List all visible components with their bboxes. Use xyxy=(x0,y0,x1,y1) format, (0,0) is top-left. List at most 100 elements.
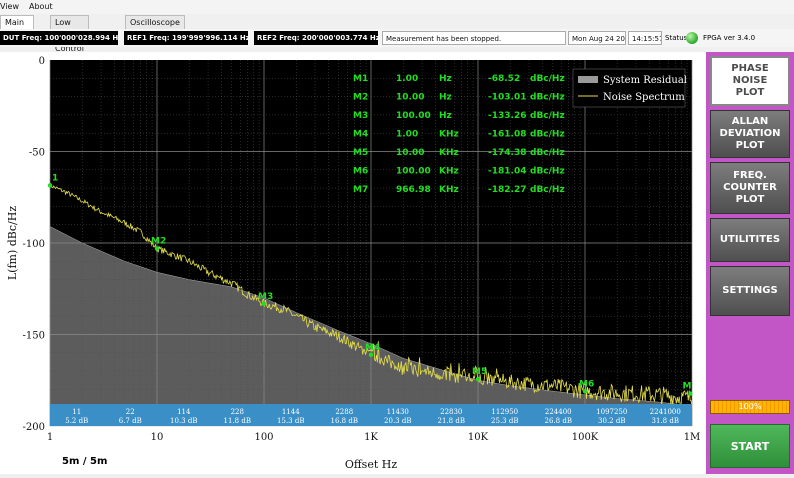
marker-label: 1 xyxy=(52,173,58,183)
marker-table-unit: KHz xyxy=(439,167,459,177)
dut-freq-readout: DUT Freq: 100'000'028.994 Hz xyxy=(0,31,118,45)
y-tick-label: -200 xyxy=(23,422,45,433)
marker-table-freq: 1.00 xyxy=(396,74,418,84)
band-db-label: 10.3 dB xyxy=(170,417,197,425)
y-tick-label: -100 xyxy=(23,239,45,250)
marker-table-value-unit: dBc/Hz xyxy=(530,93,565,103)
y-tick-label: 0 xyxy=(39,56,45,67)
band-count-label: 224400 xyxy=(545,408,572,416)
marker-point[interactable] xyxy=(47,183,53,188)
progress-label: 100% xyxy=(738,402,762,411)
marker-label: M4 xyxy=(365,343,380,353)
band-count-label: 1097250 xyxy=(596,408,627,416)
marker-table-freq: 1.00 xyxy=(396,130,418,140)
legend-spectrum-label: Noise Spectrum xyxy=(603,92,685,103)
marker-table-value: -181.04 xyxy=(488,167,526,177)
y-tick-label: -50 xyxy=(29,148,45,159)
marker-table-value-unit: dBc/Hz xyxy=(530,167,565,177)
marker-table-freq: 10.00 xyxy=(396,148,424,158)
y-axis-label: L(fm) dBc/Hz xyxy=(6,206,19,280)
marker-table-value: -161.08 xyxy=(488,130,526,140)
band-count-label: 11430 xyxy=(387,408,409,416)
tab-low-level-control[interactable]: Low Level Control xyxy=(50,15,89,53)
status-led-icon xyxy=(686,32,698,44)
band-db-label: 20.3 dB xyxy=(384,417,411,425)
marker-point[interactable] xyxy=(368,352,374,357)
marker-point[interactable] xyxy=(582,389,588,394)
settings-button[interactable]: SETTINGS xyxy=(710,266,790,316)
band-count-label: 22 xyxy=(126,408,135,416)
marker-table-value-unit: dBc/Hz xyxy=(530,148,565,158)
marker-table-value: -174.38 xyxy=(488,148,526,158)
marker-point[interactable] xyxy=(475,376,481,382)
side-panel: PHASE NOISE PLOT ALLAN DEVIATION PLOT FR… xyxy=(706,52,794,474)
marker-table-value: -68.52 xyxy=(488,74,520,84)
band-count-label: 114 xyxy=(177,408,191,416)
marker-table-unit: KHz xyxy=(439,185,459,195)
marker-point[interactable] xyxy=(154,246,160,251)
marker-table-value-unit: dBc/Hz xyxy=(530,130,565,140)
measurement-message: Measurement has been stopped. xyxy=(382,31,566,45)
menu-view[interactable]: View xyxy=(0,2,19,11)
marker-label: M xyxy=(682,382,691,392)
marker-point[interactable] xyxy=(261,301,267,307)
phase-noise-plot-button[interactable]: PHASE NOISE PLOT xyxy=(710,56,790,106)
ref2-freq-readout: REF2 Freq: 200'000'003.774 Hz xyxy=(254,31,378,45)
marker-table-unit: KHz xyxy=(439,130,459,140)
status-bar: DUT Freq: 100'000'028.994 Hz REF1 Freq: … xyxy=(0,29,794,47)
legend-residual-swatch xyxy=(578,76,598,83)
allan-deviation-plot-button[interactable]: ALLAN DEVIATION PLOT xyxy=(710,110,790,158)
marker-table-value: -133.26 xyxy=(488,111,526,121)
menu-about[interactable]: About xyxy=(29,2,53,11)
x-tick-label: 1 xyxy=(47,432,53,443)
x-tick-label: 10 xyxy=(151,432,164,443)
marker-label: M6 xyxy=(579,379,594,389)
x-tick-label: 100 xyxy=(254,432,273,443)
ref1-freq-readout: REF1 Freq: 199'999'996.114 Hz xyxy=(124,31,248,45)
fpga-version: FPGA ver 3.4.0 xyxy=(703,34,756,42)
averaging-readout: 5m / 5m xyxy=(62,456,107,467)
marker-point[interactable] xyxy=(688,391,693,396)
band-count-label: 2241000 xyxy=(650,408,681,416)
tab-main-board[interactable]: Main Board xyxy=(0,15,34,40)
status-label: Status xyxy=(665,34,686,42)
band-db-label: 26.8 dB xyxy=(545,417,572,425)
legend-residual-label: System Residual xyxy=(603,75,687,86)
band-db-label: 6.7 dB xyxy=(119,417,142,425)
band-count-label: 11 xyxy=(72,408,81,416)
date-readout: Mon Aug 24 2020 xyxy=(568,31,626,45)
marker-table-freq: 966.98 xyxy=(396,185,431,195)
marker-table-name: M3 xyxy=(353,111,368,121)
band-db-label: 11.8 dB xyxy=(224,417,251,425)
tab-oscilloscope[interactable]: Oscilloscope xyxy=(125,15,185,29)
band-count-label: 2288 xyxy=(335,408,353,416)
marker-table-value-unit: dBc/Hz xyxy=(530,74,565,84)
band-db-label: 16.8 dB xyxy=(331,417,358,425)
x-tick-label: 100K xyxy=(572,432,599,443)
band-db-label: 30.2 dB xyxy=(598,417,625,425)
band-db-label: 25.3 dB xyxy=(491,417,518,425)
marker-table-name: M5 xyxy=(353,148,368,158)
phase-noise-plot-panel: 11 5.2 dB 22 6.7 dB 114 10.3 dB 228 11.8 dB 1144… xyxy=(0,52,706,474)
time-readout: 14:15:57 xyxy=(628,31,662,45)
band-db-label: 31.8 dB xyxy=(652,417,679,425)
marker-table-name: M6 xyxy=(353,167,368,177)
start-button[interactable]: START xyxy=(710,424,790,468)
x-tick-label: 1M xyxy=(684,432,701,443)
marker-table-unit: Hz xyxy=(439,74,452,84)
band-count-label: 1144 xyxy=(282,408,300,416)
marker-table-freq: 100.00 xyxy=(396,111,431,121)
utilities-button[interactable]: UTILITITES xyxy=(710,218,790,262)
band-db-label: 5.2 dB xyxy=(65,417,88,425)
marker-table-value: -103.01 xyxy=(488,93,526,103)
band-count-label: 112950 xyxy=(491,408,518,416)
x-tick-label: 10K xyxy=(468,432,489,443)
progress-bar: 100% xyxy=(710,400,790,414)
x-tick-label: 1K xyxy=(364,432,378,443)
marker-table-value: -182.27 xyxy=(488,185,526,195)
phase-noise-chart[interactable]: 115.2 dB226.7 dB11410.3 dB22811.8 dB1144… xyxy=(0,52,706,474)
freq-counter-plot-button[interactable]: FREQ. COUNTER PLOT xyxy=(710,162,790,214)
marker-label: M5 xyxy=(472,367,487,377)
marker-table-freq: 100.00 xyxy=(396,167,431,177)
marker-label: M2 xyxy=(151,237,166,247)
